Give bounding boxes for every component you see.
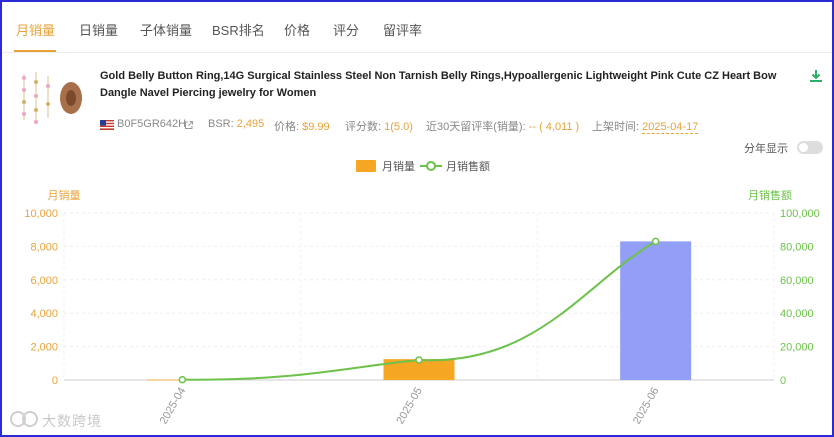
listed-value: 2025-04-17 [642, 121, 699, 134]
y-right-tick-label: 100,000 [780, 208, 820, 220]
price: 价格: $9.99 [274, 118, 330, 134]
listed-label: 上架时间: [592, 121, 640, 133]
legend-line-marker [426, 161, 436, 171]
legend-bar-swatch [356, 160, 376, 172]
toggle-knob [799, 143, 808, 152]
tab-rating[interactable]: 评分 [333, 20, 359, 39]
y-left-tick-label: 10,000 [24, 208, 58, 220]
x-tick-label: 2025-06 [631, 385, 662, 426]
y-left-axis-title: 月销量 [48, 188, 81, 202]
bar [620, 241, 692, 380]
tab-daily-sales[interactable]: 日销量 [79, 20, 118, 39]
x-tick-label: 2025-04 [158, 385, 189, 426]
x-tick-label: 2025-05 [394, 385, 425, 426]
y-right-tick-label: 80,000 [780, 241, 814, 253]
bsr: BSR: 2,495 [208, 118, 264, 130]
y-right-tick-label: 0 [780, 375, 786, 387]
review-rate: 近30天留评率(销量): -- ( 4,011 ) [426, 118, 579, 134]
y-right-tick-label: 60,000 [780, 275, 814, 287]
rating-label: 评分数: [345, 121, 382, 133]
app-frame: 月销量 日销量 子体销量 BSR排名 价格 评分 留评率 Gold Belly … [0, 0, 834, 437]
price-value: $9.99 [302, 121, 330, 133]
y-left-tick-label: 0 [52, 375, 58, 387]
listed-date: 上架时间: 2025-04-17 [592, 118, 699, 134]
active-tab-indicator [14, 50, 56, 52]
bsr-value: 2,495 [236, 118, 265, 130]
tab-price[interactable]: 价格 [284, 20, 310, 39]
line-point [651, 237, 660, 246]
sales-chart: 0 2,000 4,000 6,000 8,000 10,000 0 20,000 40,000… [24, 159, 820, 426]
download-icon[interactable] [808, 68, 824, 84]
legend-bar-label: 月销量 [382, 159, 415, 173]
us-flag-icon [100, 120, 114, 130]
bsr-label: BSR: [208, 118, 234, 130]
review-rate-label: 近30天留评率(销量): [426, 121, 526, 133]
tab-review-rate[interactable]: 留评率 [383, 20, 422, 39]
y-right-tick-label: 20,000 [780, 342, 814, 354]
tab-variant-sales[interactable]: 子体销量 [140, 20, 192, 39]
y-left-tick-label: 8,000 [30, 241, 58, 253]
tab-bar: 月销量 日销量 子体销量 BSR排名 价格 评分 留评率 [2, 2, 832, 53]
product-title[interactable]: Gold Belly Button Ring,14G Surgical Stai… [100, 68, 800, 102]
y-right-tick-label: 40,000 [780, 308, 814, 320]
legend-line-label: 月销售额 [446, 159, 490, 173]
tab-monthly-sales[interactable]: 月销量 [16, 20, 55, 39]
rating-count: 评分数: 1(5.0) [345, 118, 413, 134]
asin[interactable]: B0F5GR642H [117, 118, 186, 130]
y-left-tick-label: 4,000 [30, 308, 58, 320]
y-right-axis-title: 月销售额 [748, 188, 792, 202]
product-thumbnail[interactable] [16, 68, 86, 130]
tab-bsr-rank[interactable]: BSR排名 [212, 20, 265, 39]
line-point [415, 356, 423, 364]
price-label: 价格: [274, 121, 300, 133]
y-left-tick-label: 2,000 [30, 342, 58, 354]
rating-value: 1(5.0) [384, 121, 413, 133]
review-rate-value: -- ( 4,011 ) [528, 121, 580, 133]
line-point [178, 375, 187, 384]
watermark-logo-icon [10, 411, 38, 427]
watermark-text: 大数跨境 [42, 413, 102, 429]
y-left-tick-label: 6,000 [30, 275, 58, 287]
external-link-icon[interactable] [184, 120, 194, 130]
